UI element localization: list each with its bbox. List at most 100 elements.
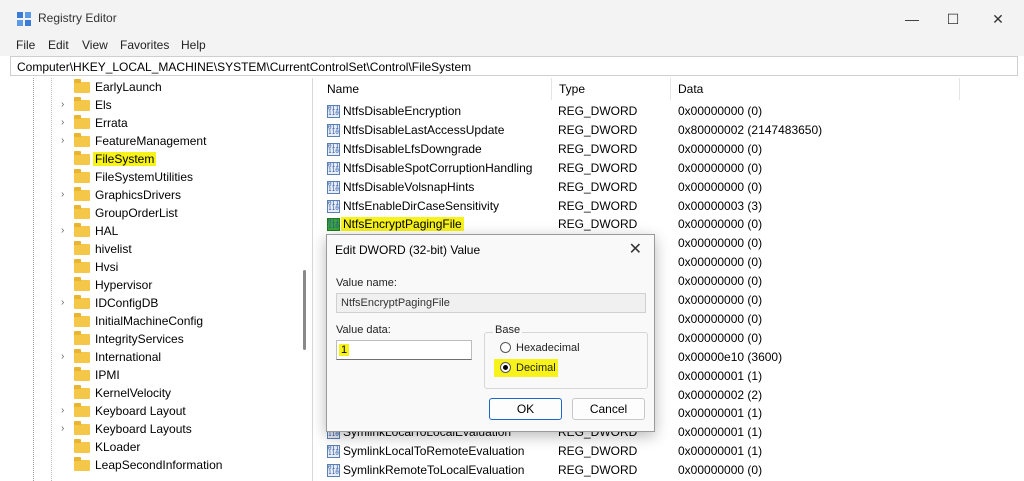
folder-icon: [74, 367, 90, 381]
chevron-right-icon[interactable]: ›: [61, 405, 64, 416]
tree-item-label: Errata: [95, 116, 128, 130]
column-header-type[interactable]: Type: [552, 78, 671, 100]
value-row[interactable]: 011 110 NtfsDisableLastAccessUpdate REG_DW…: [320, 121, 1024, 140]
value-row[interactable]: 011 110 NtfsDisableLfsDowngrade REG_DWORD 0…: [320, 140, 1024, 159]
tree-item[interactable]: › GraphicsDrivers: [10, 186, 310, 204]
chevron-right-icon[interactable]: ›: [61, 351, 64, 362]
base-label: Base: [493, 324, 523, 336]
value-type: REG_DWORD: [558, 217, 638, 232]
tree-item-label: International: [95, 350, 162, 364]
decimal-label[interactable]: Decimal: [516, 362, 556, 374]
chevron-right-icon[interactable]: ›: [61, 135, 64, 146]
tree-item[interactable]: EarlyLaunch: [10, 78, 310, 96]
tree-item[interactable]: hivelist: [10, 240, 310, 258]
value-row[interactable]: 011 110 NtfsDisableEncryption REG_DWORD 0x0…: [320, 102, 1024, 121]
selected-highlight: NtfsEncryptPagingFile: [341, 217, 464, 232]
tree-item[interactable]: Hypervisor: [10, 276, 310, 294]
value-data: 0x00000001 (1): [678, 368, 763, 383]
minimize-icon[interactable]: —: [890, 6, 934, 32]
value-row[interactable]: 011 110 NtfsEncryptPagingFile REG_DWORD 0x0…: [320, 215, 1024, 234]
tree-item[interactable]: Hvsi: [10, 258, 310, 276]
tree-item[interactable]: › Els: [10, 96, 310, 114]
address-bar[interactable]: Computer\HKEY_LOCAL_MACHINE\SYSTEM\Curre…: [10, 56, 1018, 76]
chevron-right-icon[interactable]: ›: [61, 423, 64, 434]
tree-item-label: GraphicsDrivers: [95, 188, 182, 202]
maximize-icon[interactable]: ☐: [931, 6, 975, 32]
tree-scrollbar[interactable]: [303, 270, 306, 350]
value-name: NtfsDisableLastAccessUpdate: [343, 122, 505, 137]
value-name: NtfsDisableSpotCorruptionHandling: [343, 160, 533, 175]
value-row[interactable]: 011 110 SymlinkLocalToRemoteEvaluation REG…: [320, 442, 1024, 461]
folder-icon: [74, 205, 90, 219]
value-row[interactable]: 011 110 NtfsDisableSpotCorruptionHandling…: [320, 159, 1024, 178]
value-data: 0x00000000 (0): [678, 141, 763, 156]
chevron-right-icon[interactable]: ›: [61, 189, 64, 200]
menu-view[interactable]: View: [82, 38, 108, 52]
tree-item[interactable]: › Keyboard Layouts: [10, 420, 310, 438]
chevron-right-icon[interactable]: ›: [61, 99, 64, 110]
value-row[interactable]: 011 110 SymlinkRemoteToLocalEvaluation REG…: [320, 461, 1024, 480]
tree-item[interactable]: › Errata: [10, 114, 310, 132]
value-row[interactable]: 011 110 NtfsEnableDirCaseSensitivity REG_D…: [320, 197, 1024, 216]
menu-file[interactable]: File: [16, 38, 35, 52]
window-title: Registry Editor: [38, 11, 117, 25]
tree-item-label: IntegrityServices: [95, 332, 184, 346]
dword-value-icon: 011 110: [327, 199, 340, 213]
tree-item-label: Hypervisor: [95, 278, 153, 292]
value-name: SymlinkLocalToRemoteEvaluation: [343, 444, 525, 459]
tree-item[interactable]: KernelVelocity: [10, 384, 310, 402]
value-data: 0x00000000 (0): [678, 160, 763, 175]
tree-item[interactable]: InitialMachineConfig: [10, 312, 310, 330]
value-data: 0x00000001 (1): [678, 406, 763, 421]
folder-icon: [74, 79, 90, 93]
chevron-right-icon[interactable]: ›: [61, 297, 64, 308]
tree-item-label: LeapSecondInformation: [95, 458, 223, 472]
cancel-button[interactable]: Cancel: [572, 398, 645, 420]
key-tree-pane[interactable]: EarlyLaunch › Els › Errata › FeatureManagement…: [10, 78, 313, 481]
value-row[interactable]: 011 110 NtfsDisableVolsnapHints REG_DWORD 0…: [320, 178, 1024, 197]
column-header-name[interactable]: Name: [320, 78, 552, 100]
tree-item-label: FileSystem: [93, 152, 157, 166]
folder-icon: [74, 223, 90, 237]
value-type: REG_DWORD: [558, 122, 638, 137]
dialog-title: Edit DWORD (32-bit) Value: [335, 243, 481, 257]
close-icon[interactable]: ✕: [976, 6, 1020, 32]
menu-bar: File Edit View Favorites Help: [0, 36, 1024, 56]
tree-item[interactable]: GroupOrderList: [10, 204, 310, 222]
tree-item[interactable]: › Keyboard Layout: [10, 402, 310, 420]
tree-item-label: FileSystemUtilities: [95, 170, 194, 184]
menu-help[interactable]: Help: [181, 38, 206, 52]
tree-item[interactable]: › FeatureManagement: [10, 132, 310, 150]
tree-item[interactable]: LeapSecondInformation: [10, 456, 310, 474]
tree-item[interactable]: FileSystem: [10, 150, 310, 168]
dialog-close-icon[interactable]: ✕: [629, 239, 642, 259]
chevron-right-icon[interactable]: ›: [61, 225, 64, 236]
folder-icon: [74, 439, 90, 453]
tree-item[interactable]: KLoader: [10, 438, 310, 456]
ok-button[interactable]: OK: [489, 398, 562, 420]
tree-item[interactable]: › HAL: [10, 222, 310, 240]
value-data-input[interactable]: 1: [336, 340, 472, 360]
tree-item[interactable]: › International: [10, 348, 310, 366]
folder-icon: [74, 133, 90, 147]
folder-icon: [74, 169, 90, 183]
chevron-right-icon[interactable]: ›: [61, 117, 64, 128]
dword-value-icon: 011 110: [327, 142, 340, 156]
tree-item[interactable]: FileSystemUtilities: [10, 168, 310, 186]
value-type: REG_DWORD: [558, 444, 638, 459]
hexadecimal-radio[interactable]: [500, 342, 511, 353]
dword-value-icon: 011 110: [327, 105, 340, 118]
tree-item[interactable]: IPMI: [10, 366, 310, 384]
value-data: 0x80000002 (2147483650): [678, 122, 823, 137]
column-header-data[interactable]: Data: [671, 78, 960, 100]
menu-edit[interactable]: Edit: [48, 38, 69, 52]
tree-item[interactable]: › IDConfigDB: [10, 294, 310, 312]
hexadecimal-label[interactable]: Hexadecimal: [516, 342, 580, 354]
tree-item[interactable]: IntegrityServices: [10, 330, 310, 348]
folder-icon: [74, 187, 90, 201]
folder-icon: [74, 151, 90, 165]
menu-favorites[interactable]: Favorites: [120, 38, 169, 52]
folder-icon: [74, 331, 90, 345]
value-type: REG_DWORD: [558, 179, 638, 194]
decimal-radio[interactable]: [500, 362, 511, 373]
